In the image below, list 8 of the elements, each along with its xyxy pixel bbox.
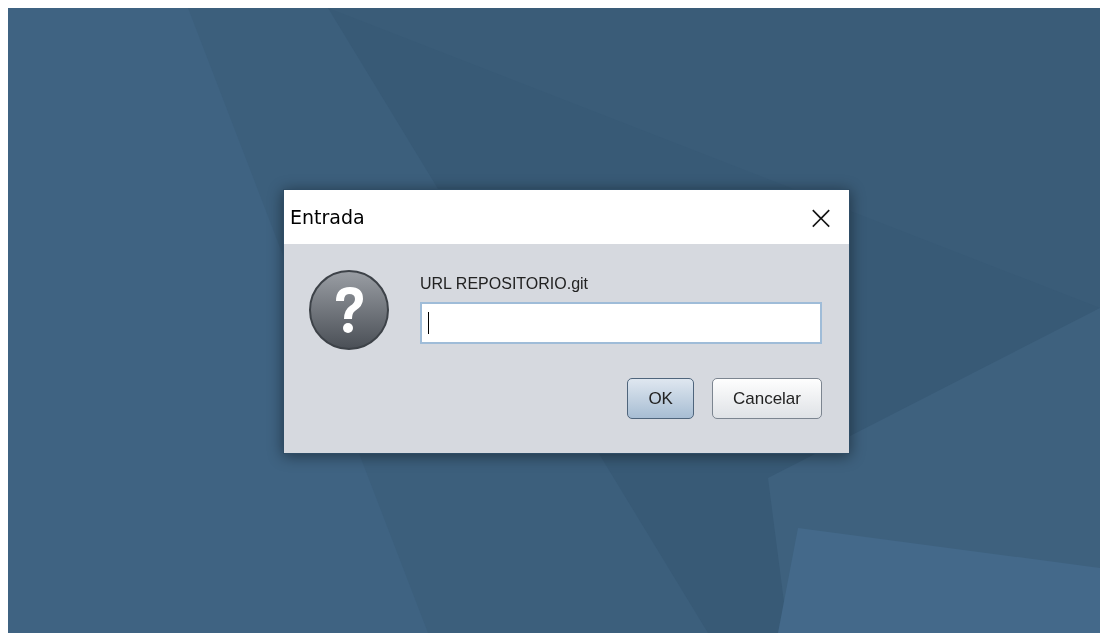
- close-button[interactable]: ×: [793, 190, 849, 244]
- question-icon: [308, 269, 390, 351]
- input-field[interactable]: [420, 302, 822, 344]
- ok-button[interactable]: OK: [627, 378, 694, 419]
- prompt-label: URL REPOSITORIO.git: [420, 275, 589, 293]
- window-title: Entrada: [290, 206, 365, 228]
- cancel-button[interactable]: Cancelar: [711, 378, 822, 419]
- text-cursor: [428, 312, 429, 334]
